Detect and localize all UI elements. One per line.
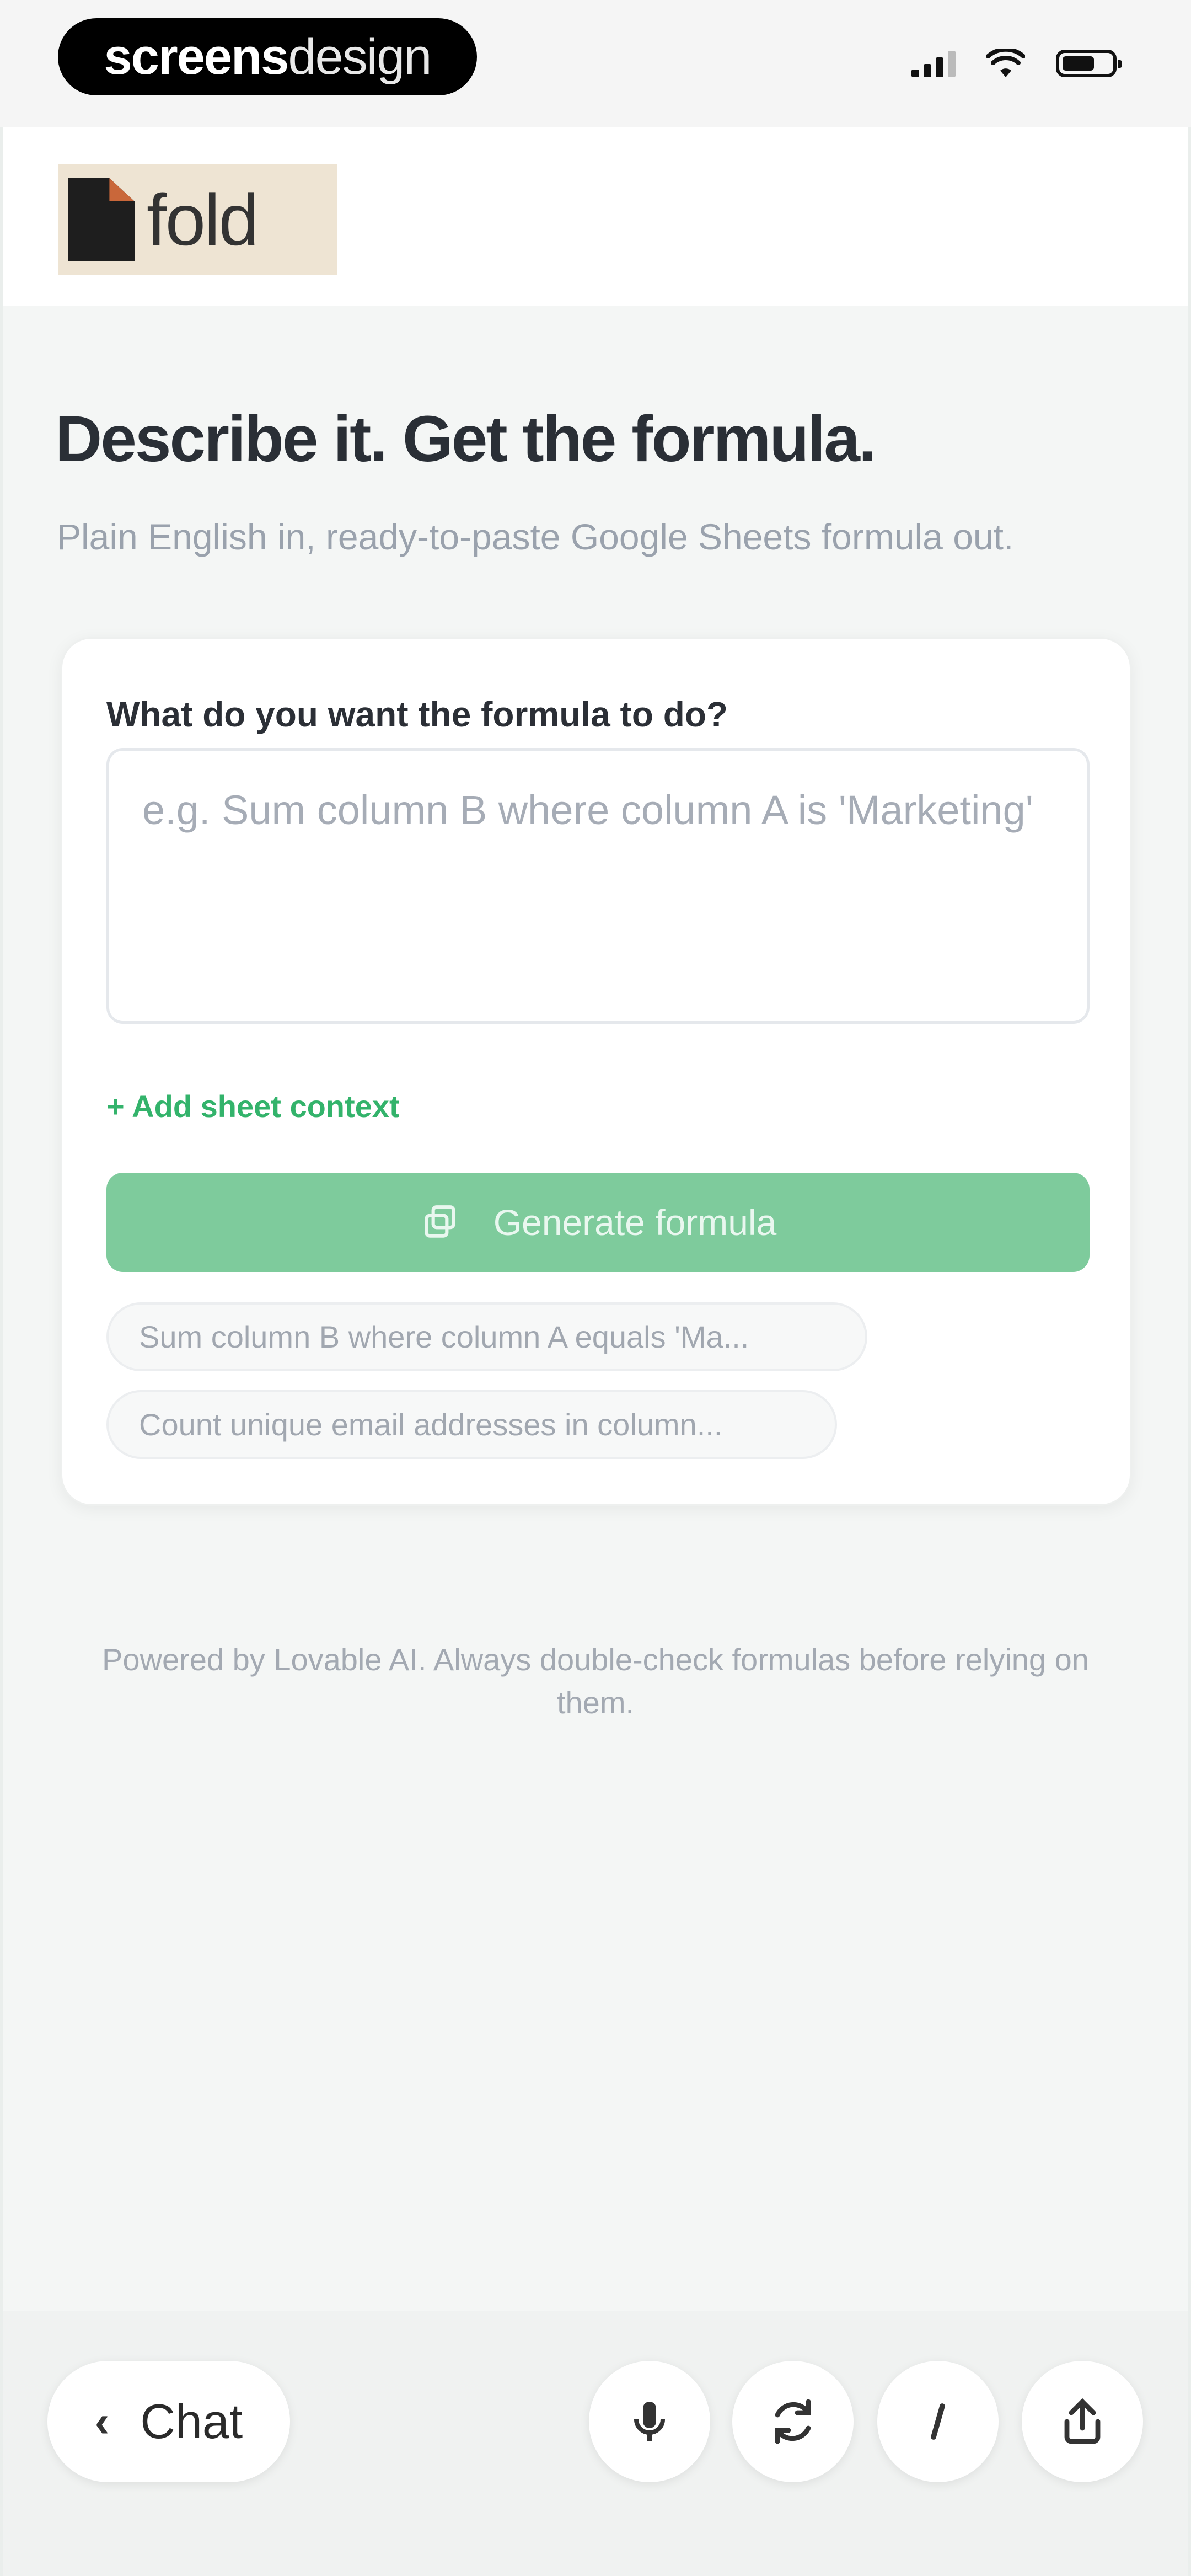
fold-logo-icon — [68, 178, 135, 261]
logo-text: fold — [147, 179, 259, 260]
formula-description-input[interactable] — [106, 748, 1090, 1024]
chevron-left-icon: ‹ — [94, 2397, 110, 2446]
disclaimer-note: Powered by Lovable AI. Always double-che… — [102, 1642, 1089, 1720]
generate-formula-button[interactable]: Generate formula — [106, 1173, 1090, 1272]
cellular-signal-icon — [911, 50, 956, 77]
fold-logo[interactable]: fold — [58, 164, 337, 275]
share-icon — [1064, 2398, 1101, 2444]
generate-formula-label: Generate formula — [493, 1202, 777, 1243]
wifi-icon — [986, 49, 1025, 77]
page-title: Describe it. Get the formula. — [55, 403, 877, 475]
command-button[interactable] — [877, 2361, 999, 2482]
copy-sparkle-icon — [424, 1205, 455, 1238]
share-button[interactable] — [1022, 2361, 1143, 2482]
suggestion-chip[interactable]: Sum column B where column A equals 'Ma..… — [106, 1302, 867, 1371]
back-to-chat-button[interactable]: ‹ Chat — [47, 2361, 290, 2482]
watermark-part1: screens — [104, 28, 289, 85]
watermark-part2: design — [288, 28, 432, 85]
page-subtitle: Plain English in, ready-to-paste Google … — [57, 516, 1014, 557]
refresh-icon — [775, 2399, 811, 2444]
battery-icon — [1056, 50, 1122, 77]
refresh-button[interactable] — [732, 2361, 854, 2482]
watermark-badge: screens design — [58, 18, 477, 95]
bottom-toolbar: ‹ Chat — [3, 2311, 1188, 2576]
microphone-button[interactable] — [589, 2361, 710, 2482]
suggestion-chip[interactable]: Count unique email addresses in column..… — [106, 1390, 837, 1459]
chat-button-label: Chat — [140, 2394, 243, 2449]
formula-input-label: What do you want the formula to do? — [106, 694, 728, 734]
formula-card: What do you want the formula to do? + Ad… — [61, 637, 1131, 1506]
status-icons — [911, 49, 1122, 78]
slash-icon — [931, 2403, 945, 2440]
status-bar: screens design — [0, 0, 1191, 127]
app-header: fold — [3, 127, 1188, 306]
microphone-icon — [634, 2402, 665, 2441]
add-sheet-context-link[interactable]: + Add sheet context — [106, 1088, 400, 1124]
